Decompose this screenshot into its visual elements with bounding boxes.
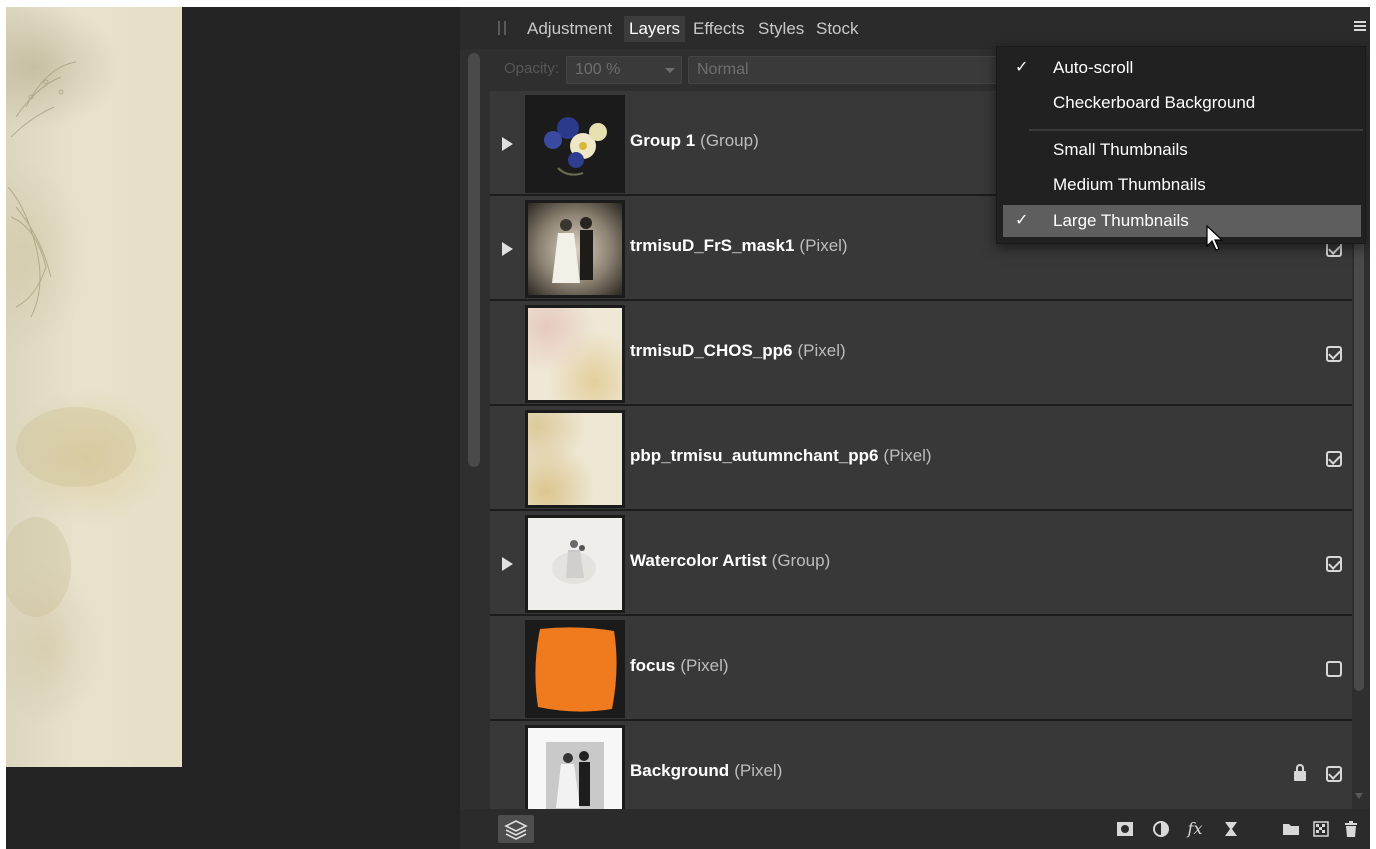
menu-item-auto-scroll[interactable]: ✓ Auto-scroll bbox=[1003, 52, 1361, 84]
panel-bottom-toolbar: fx bbox=[460, 809, 1370, 849]
adjustment-icon[interactable] bbox=[1152, 820, 1170, 838]
layer-row[interactable]: Background (Pixel) bbox=[490, 721, 1352, 809]
layer-row[interactable]: Watercolor Artist (Group) bbox=[490, 511, 1352, 616]
live-filter-icon[interactable] bbox=[1222, 820, 1240, 838]
layer-row[interactable]: pbp_trmisu_autumnchant_pp6 (Pixel) bbox=[490, 406, 1352, 511]
visibility-checkbox[interactable] bbox=[1326, 451, 1342, 467]
mouse-cursor-icon bbox=[1206, 224, 1224, 251]
visibility-checkbox[interactable] bbox=[1326, 766, 1342, 782]
expand-arrow-icon[interactable] bbox=[502, 557, 513, 571]
trash-icon[interactable] bbox=[1342, 820, 1360, 838]
flowers-thumbnail-art bbox=[544, 117, 607, 176]
visibility-checkbox[interactable] bbox=[1326, 661, 1342, 677]
layer-thumbnail bbox=[525, 725, 625, 809]
layers-stack-icon bbox=[504, 820, 528, 840]
layer-thumbnail bbox=[525, 410, 625, 508]
opacity-label: Opacity: bbox=[504, 60, 560, 77]
app-window: Adjustment Layers Effects Styles Stock O… bbox=[6, 7, 1370, 849]
layer-name[interactable]: focus (Pixel) bbox=[630, 656, 729, 676]
tab-layers[interactable]: Layers bbox=[624, 16, 686, 42]
fx-icon[interactable]: fx bbox=[1186, 820, 1204, 838]
menu-separator bbox=[1029, 129, 1363, 131]
menu-item-medium-thumbnails[interactable]: Medium Thumbnails bbox=[1003, 169, 1361, 201]
layer-name[interactable]: Watercolor Artist (Group) bbox=[630, 551, 830, 571]
lock-icon[interactable] bbox=[1294, 764, 1306, 781]
layer-thumbnail bbox=[525, 305, 625, 403]
scroll-down-arrow-icon[interactable] bbox=[1355, 793, 1363, 799]
layers-stack-button[interactable] bbox=[498, 815, 534, 843]
chevron-down-icon bbox=[665, 68, 675, 73]
tab-styles[interactable]: Styles bbox=[753, 16, 809, 42]
blend-mode-select[interactable]: Normal bbox=[688, 56, 1008, 84]
photo-thumbnail-art bbox=[546, 742, 604, 809]
pixel-layer-icon[interactable] bbox=[1312, 820, 1330, 838]
opacity-field[interactable]: 100 % bbox=[566, 56, 682, 84]
layer-name[interactable]: trmisuD_FrS_mask1 (Pixel) bbox=[630, 236, 848, 256]
layers-panel-options-menu: ✓ Auto-scroll Checkerboard Background Sm… bbox=[996, 46, 1366, 244]
layer-thumbnail bbox=[525, 620, 625, 718]
mask-icon[interactable] bbox=[1116, 820, 1134, 838]
layer-name[interactable]: Background (Pixel) bbox=[630, 761, 782, 781]
expand-arrow-icon[interactable] bbox=[502, 137, 513, 151]
group-folder-icon[interactable] bbox=[1282, 820, 1300, 838]
layer-name[interactable]: Group 1 (Group) bbox=[630, 131, 759, 151]
checkmark-icon: ✓ bbox=[1015, 59, 1029, 76]
layer-row[interactable]: trmisuD_CHOS_pp6 (Pixel) bbox=[490, 301, 1352, 406]
layer-thumbnail bbox=[525, 95, 625, 193]
watercolor-thumbnail-art bbox=[552, 540, 596, 584]
visibility-checkbox[interactable] bbox=[1326, 346, 1342, 362]
tab-effects[interactable]: Effects bbox=[688, 16, 750, 42]
tab-stock[interactable]: Stock bbox=[811, 16, 864, 42]
document-canvas[interactable] bbox=[6, 7, 182, 767]
checkmark-icon: ✓ bbox=[1015, 212, 1029, 229]
canvas-artwork bbox=[6, 61, 136, 617]
menu-item-checkerboard-background[interactable]: Checkerboard Background bbox=[1003, 87, 1361, 119]
couple-thumbnail-art bbox=[552, 217, 593, 283]
orange-thumbnail-art bbox=[535, 627, 617, 712]
opacity-value: 100 % bbox=[575, 61, 621, 78]
layer-thumbnail bbox=[525, 200, 625, 298]
menu-item-small-thumbnails[interactable]: Small Thumbnails bbox=[1003, 134, 1361, 166]
visibility-checkbox[interactable] bbox=[1326, 556, 1342, 572]
expand-arrow-icon[interactable] bbox=[502, 242, 513, 256]
canvas-pasteboard bbox=[182, 7, 460, 849]
blend-mode-value: Normal bbox=[697, 61, 749, 78]
panel-tab-bar: Adjustment Layers Effects Styles Stock bbox=[460, 7, 1370, 49]
tab-adjustment[interactable]: Adjustment bbox=[522, 16, 617, 42]
panel-scrollbar-left[interactable] bbox=[468, 53, 480, 467]
layer-row[interactable]: focus (Pixel) bbox=[490, 616, 1352, 721]
layer-name[interactable]: pbp_trmisu_autumnchant_pp6 (Pixel) bbox=[630, 446, 932, 466]
panel-menu-icon[interactable] bbox=[1354, 21, 1366, 33]
menu-item-large-thumbnails[interactable]: ✓ Large Thumbnails bbox=[1003, 205, 1361, 237]
panel-grip-handle[interactable] bbox=[498, 21, 506, 35]
layer-thumbnail bbox=[525, 515, 625, 613]
layer-name[interactable]: trmisuD_CHOS_pp6 (Pixel) bbox=[630, 341, 846, 361]
